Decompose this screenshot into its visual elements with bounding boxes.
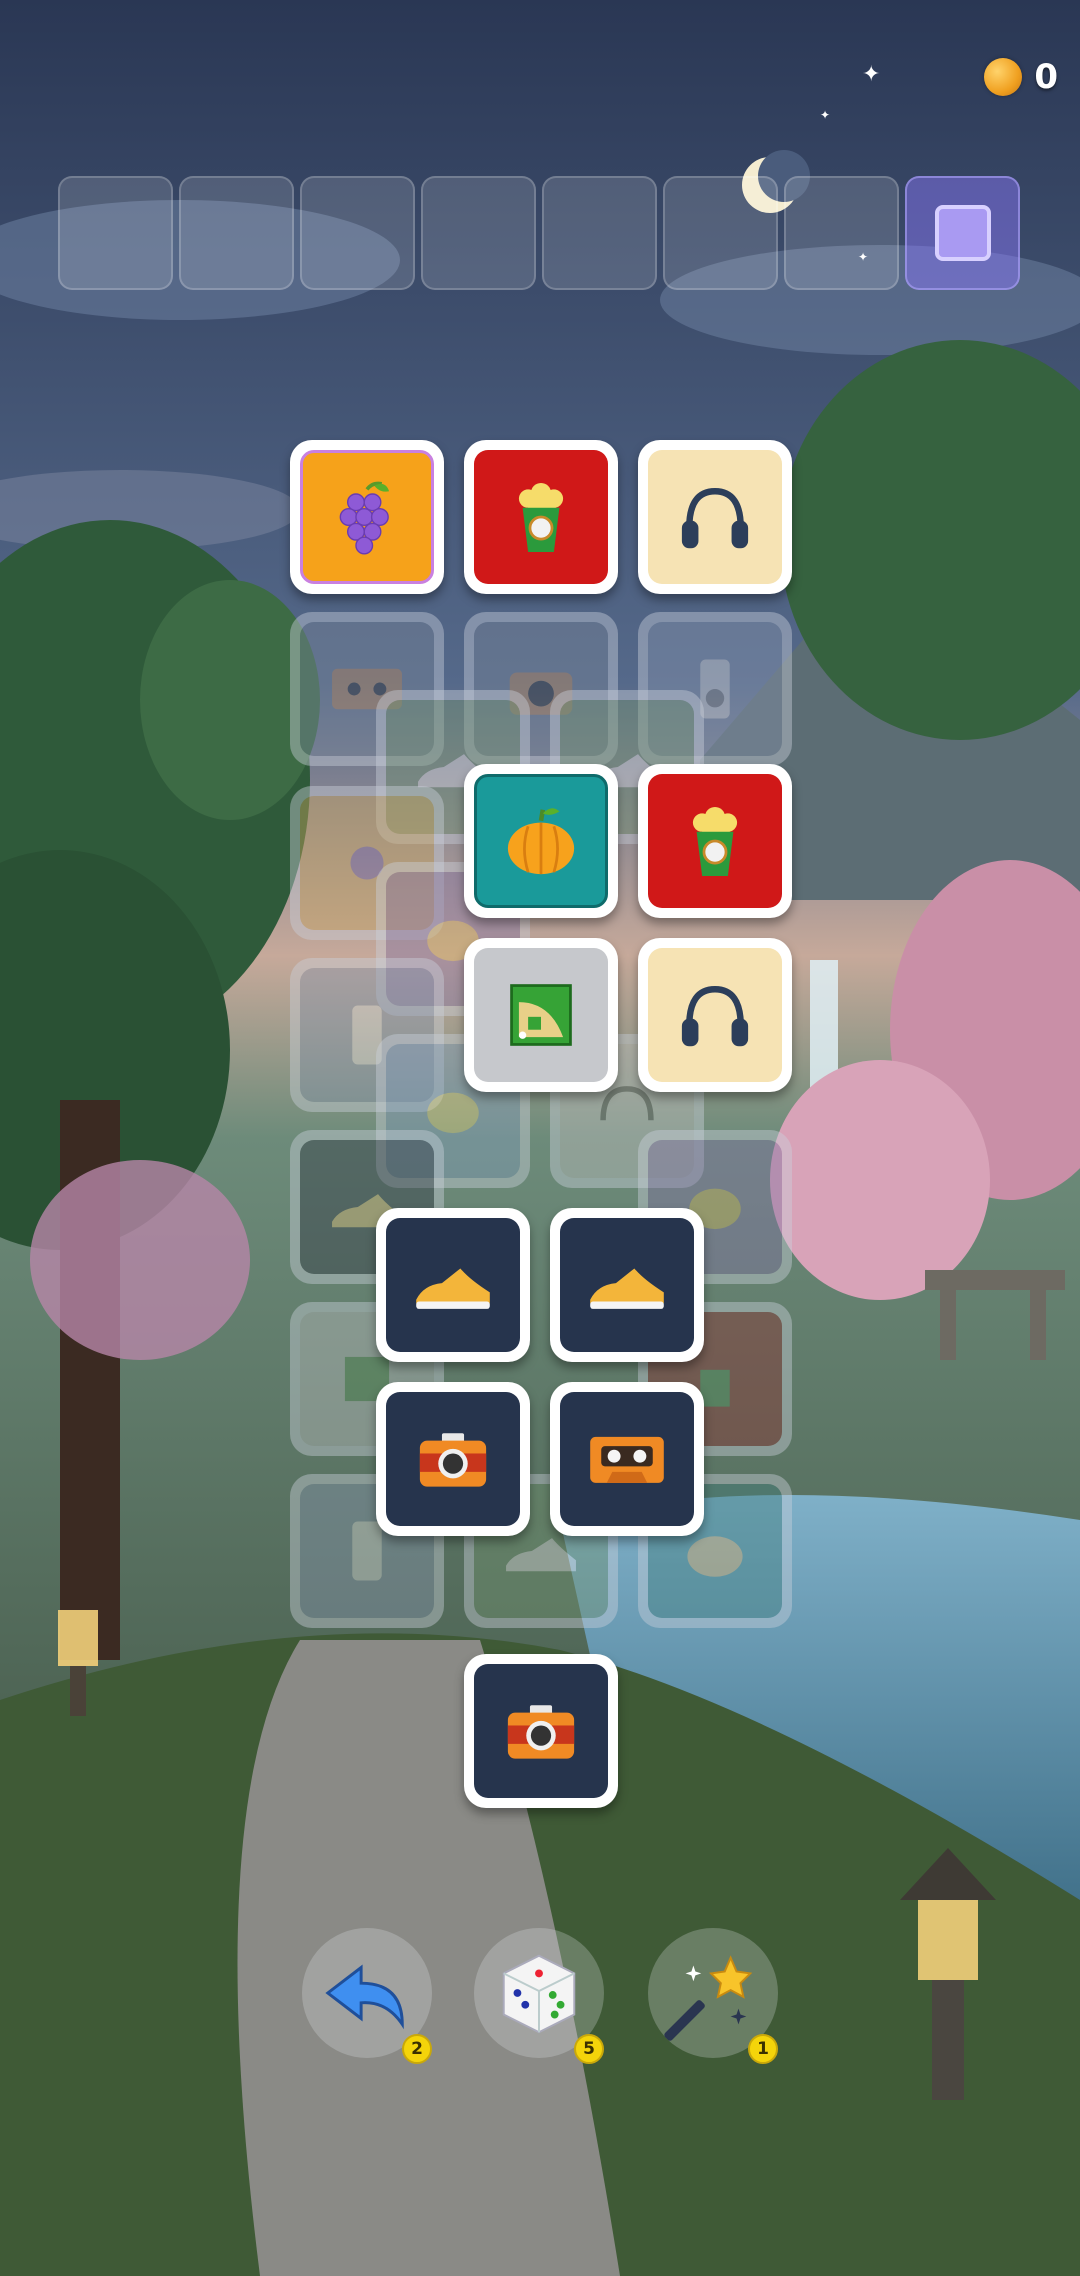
magic-wand-button[interactable]: 1 bbox=[648, 1928, 778, 2064]
camera-icon bbox=[507, 1705, 575, 1759]
tile-baseball-field[interactable] bbox=[464, 938, 618, 1092]
pumpkin-icon bbox=[507, 808, 575, 875]
sneaker-icon bbox=[590, 1268, 664, 1309]
undo-count-badge: 2 bbox=[402, 2034, 432, 2064]
tile-slot bbox=[179, 176, 294, 290]
undo-button[interactable]: 2 bbox=[302, 1928, 432, 2064]
shuffle-button[interactable]: 5 bbox=[474, 1928, 604, 2064]
tile-slot bbox=[300, 176, 415, 290]
tile-headphones[interactable] bbox=[638, 938, 792, 1092]
tile-headphones[interactable] bbox=[638, 440, 792, 594]
shuffle-count-badge: 5 bbox=[574, 2034, 604, 2064]
tile-slot bbox=[784, 176, 899, 290]
slot-marker bbox=[934, 205, 991, 261]
coin-counter: 0 bbox=[984, 52, 1058, 102]
tile-popcorn[interactable] bbox=[638, 764, 792, 918]
tile-camera[interactable] bbox=[376, 1382, 530, 1536]
tile-slot bbox=[58, 176, 173, 290]
headphones-icon bbox=[681, 986, 749, 1047]
tile-cassette[interactable] bbox=[550, 1382, 704, 1536]
tile-slot bbox=[542, 176, 657, 290]
undo-arrow-icon bbox=[325, 1964, 404, 2030]
tile-camera[interactable] bbox=[464, 1654, 618, 1808]
tile-grapes[interactable] bbox=[290, 440, 444, 594]
sneaker-icon bbox=[416, 1268, 490, 1309]
grapes-icon bbox=[339, 481, 390, 555]
tile-slot-active bbox=[905, 176, 1020, 290]
baseball-field-icon bbox=[510, 984, 572, 1046]
tile-slot bbox=[663, 176, 778, 290]
tile-sneaker[interactable] bbox=[376, 1208, 530, 1362]
magic-wand-icon bbox=[664, 1955, 753, 2041]
coin-icon bbox=[984, 58, 1023, 96]
headphones-icon bbox=[681, 488, 749, 549]
coin-count: 0 bbox=[1034, 57, 1058, 97]
dice-icon bbox=[502, 1954, 576, 2034]
star-sparkle: ✦ bbox=[820, 108, 831, 122]
star-sparkle: ✦ bbox=[862, 62, 881, 87]
tile-pumpkin[interactable] bbox=[464, 764, 618, 918]
magic-wand-count-badge: 1 bbox=[748, 2034, 778, 2064]
popcorn-icon bbox=[518, 482, 564, 552]
tile-popcorn[interactable] bbox=[464, 440, 618, 594]
tile-slot-tray bbox=[58, 176, 1023, 292]
tile-sneaker[interactable] bbox=[550, 1208, 704, 1362]
cassette-icon bbox=[590, 1436, 664, 1483]
camera-icon bbox=[419, 1433, 487, 1487]
popcorn-icon bbox=[692, 806, 738, 876]
tile-slot bbox=[421, 176, 536, 290]
